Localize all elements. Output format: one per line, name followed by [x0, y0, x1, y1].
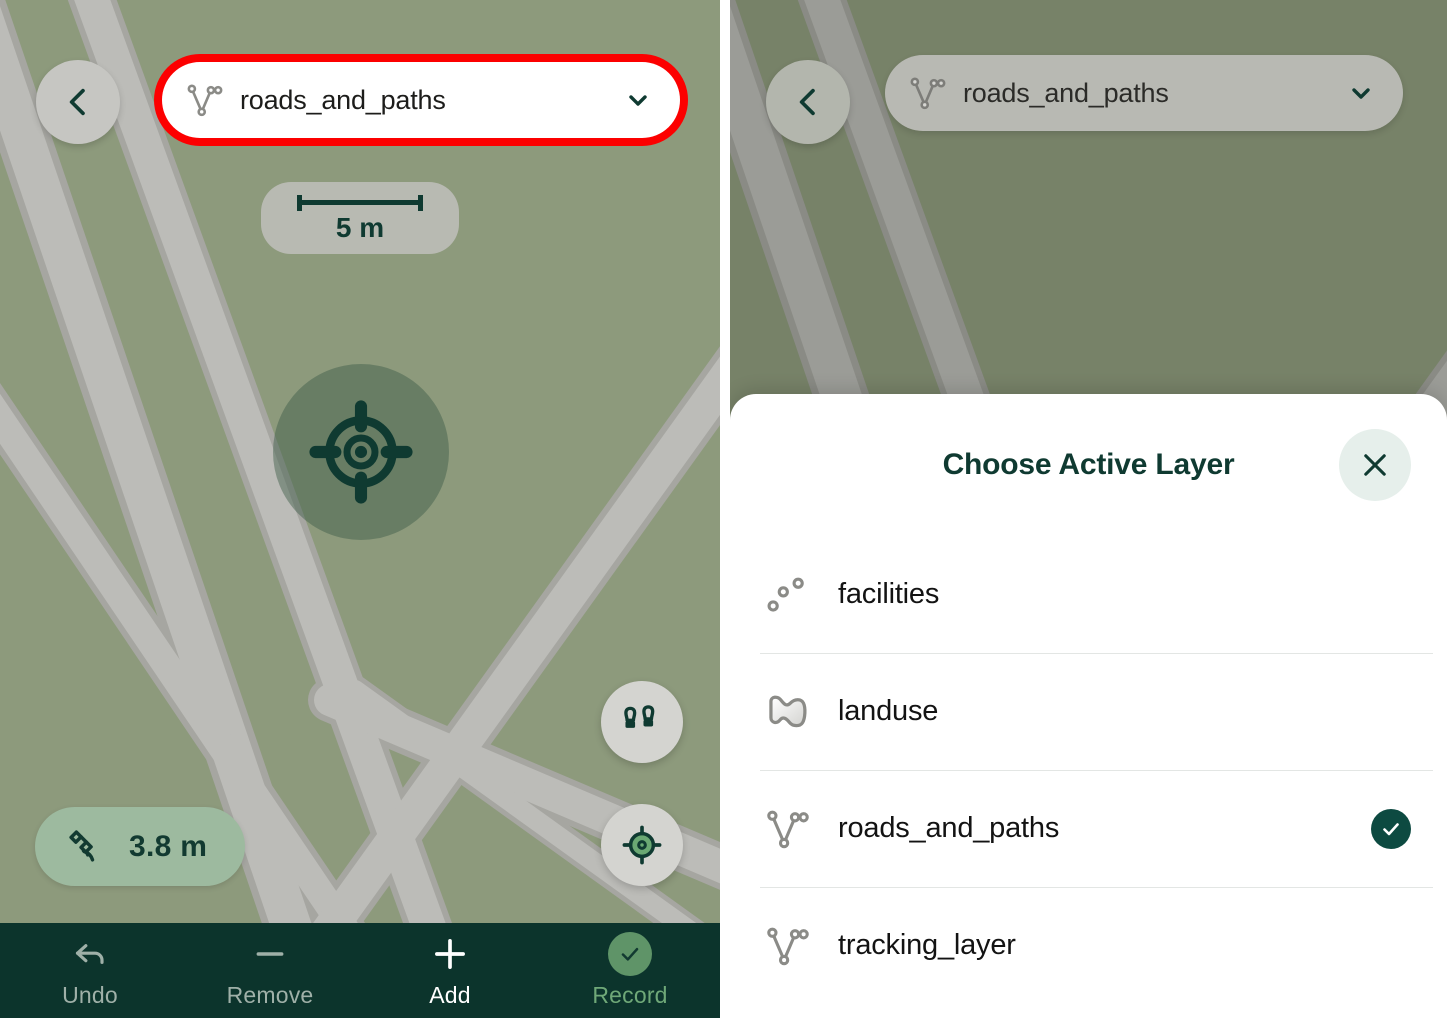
layer-list-item-facilities[interactable]: facilities [730, 536, 1447, 653]
locate-button[interactable] [601, 804, 683, 886]
check-circle-icon [608, 932, 652, 976]
chevron-down-icon[interactable] [622, 88, 654, 112]
polygon-layer-icon [760, 684, 816, 740]
screenshot-root: roads_and_paths 5 m 3.8 m Undo Remove Ad… [0, 0, 1447, 1018]
back-button-right[interactable] [766, 60, 850, 144]
layer-label: landuse [838, 695, 939, 727]
layer-list-item-tracking-layer[interactable]: tracking_layer [730, 887, 1447, 1004]
minus-icon [250, 932, 290, 976]
gps-locate-icon [622, 825, 662, 865]
layer-label: roads_and_paths [838, 812, 1060, 844]
back-button[interactable] [36, 60, 120, 144]
scale-bar-line [297, 194, 423, 211]
add-label: Add [429, 982, 471, 1008]
gps-accuracy-badge: 3.8 m [35, 807, 245, 886]
undo-label: Undo [62, 982, 118, 1008]
undo-button[interactable]: Undo [0, 923, 180, 1018]
point-layer-icon [760, 567, 816, 623]
gps-position-marker [273, 364, 449, 540]
check-icon [1383, 822, 1399, 835]
right-panel: roads_and_paths Choose Active Layer faci… [730, 0, 1447, 1018]
scale-bar-label: 5 m [335, 211, 385, 243]
chevron-left-icon [799, 88, 815, 116]
line-layer-icon [760, 918, 816, 974]
remove-label: Remove [226, 982, 314, 1008]
bottom-toolbar: Undo Remove Add Record [0, 923, 720, 1018]
active-layer-selector-right[interactable]: roads_and_paths [885, 55, 1403, 131]
active-layer-label-right: roads_and_paths [963, 77, 1169, 108]
line-layer-icon [187, 84, 223, 117]
close-button[interactable] [1339, 429, 1411, 501]
line-layer-icon [910, 77, 946, 110]
chevron-left-icon [69, 88, 85, 116]
line-layer-icon [760, 801, 816, 857]
sheet-header: Choose Active Layer [730, 394, 1447, 536]
panel-divider [720, 0, 730, 1018]
record-label: Record [592, 982, 668, 1008]
crosshair-target-icon [309, 400, 413, 504]
layer-list-item-roads-and-paths[interactable]: roads_and_paths [730, 770, 1447, 887]
record-button[interactable]: Record [540, 923, 720, 1018]
active-layer-selector[interactable]: roads_and_paths [162, 62, 680, 138]
choose-active-layer-sheet: Choose Active Layer facilities landuse r… [730, 394, 1447, 1018]
record-icon-wrap [608, 932, 652, 976]
active-layer-selector-wrap-right: roads_and_paths [885, 55, 1403, 131]
chevron-down-icon[interactable] [1345, 81, 1377, 105]
layer-label: facilities [838, 578, 940, 610]
layer-label: tracking_layer [838, 929, 1016, 961]
undo-arrow-icon [70, 932, 110, 976]
layer-list-item-landuse[interactable]: landuse [730, 653, 1447, 770]
gps-accuracy-value: 3.8 m [129, 829, 208, 863]
footsteps-button[interactable] [601, 681, 683, 763]
active-layer-label: roads_and_paths [240, 84, 446, 115]
close-x-icon [1364, 454, 1386, 476]
left-panel: roads_and_paths 5 m 3.8 m Undo Remove Ad… [0, 0, 720, 1018]
plus-icon [429, 932, 471, 976]
selected-check-badge [1371, 808, 1411, 849]
add-button[interactable]: Add [360, 923, 540, 1018]
active-layer-highlight-ring: roads_and_paths [155, 55, 687, 145]
sheet-title: Choose Active Layer [942, 448, 1235, 481]
footsteps-icon [624, 705, 655, 728]
layer-list: facilities landuse roads_and_paths track… [730, 536, 1447, 1004]
satellite-icon [69, 829, 95, 862]
scale-bar: 5 m [261, 182, 459, 254]
remove-button[interactable]: Remove [180, 923, 360, 1018]
